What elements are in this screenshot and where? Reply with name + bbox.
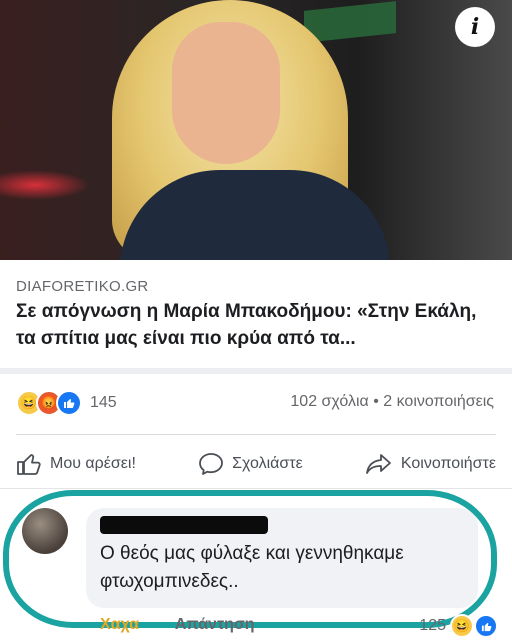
- divider: [16, 434, 496, 435]
- comment-reaction-summary[interactable]: 125 😆: [419, 614, 498, 638]
- comments-shares-count[interactable]: 102 σχόλια • 2 κοινοποιήσεις: [290, 393, 494, 411]
- post-actions: Μου αρέσει! Σχολιάστε Κοινοποιήστε: [0, 442, 512, 486]
- divider: [0, 488, 512, 489]
- comment-reaction-count: 125: [419, 617, 446, 634]
- article-photo[interactable]: [0, 0, 512, 260]
- like-emoji-icon: [56, 390, 82, 416]
- like-emoji-icon: [474, 614, 498, 638]
- divider: [0, 368, 512, 374]
- link-source[interactable]: DIAFORETIKO.GR: [16, 278, 149, 295]
- article-headline[interactable]: Σε απόγνωση η Μαρία Μπακοδήμου: «Στην Εκ…: [16, 298, 501, 352]
- comment-bubble-icon: [199, 453, 224, 475]
- like-label: Μου αρέσει!: [50, 455, 136, 472]
- share-label: Κοινοποιήστε: [400, 455, 496, 472]
- haha-reaction-link[interactable]: Χαχα: [100, 616, 139, 633]
- reply-link[interactable]: Απάντηση: [175, 616, 255, 633]
- comment-actions: Χαχα Απάντηση: [100, 616, 287, 634]
- highlight-circle: [3, 490, 497, 628]
- share-button[interactable]: Κοινοποιήστε: [365, 452, 496, 476]
- reaction-summary[interactable]: 😆 😡 145: [16, 390, 117, 416]
- thumbs-up-icon: [17, 454, 41, 475]
- exit-sign: [304, 1, 396, 43]
- like-button[interactable]: Μου αρέσει!: [16, 452, 136, 476]
- info-icon[interactable]: i: [455, 7, 495, 47]
- face: [172, 22, 280, 164]
- share-arrow-icon: [365, 454, 391, 474]
- haha-emoji-icon: 😆: [450, 614, 474, 638]
- comment-label: Σχολιάστε: [232, 455, 303, 472]
- red-light: [0, 170, 90, 200]
- reaction-count: 145: [90, 394, 117, 411]
- comment-button[interactable]: Σχολιάστε: [198, 452, 303, 476]
